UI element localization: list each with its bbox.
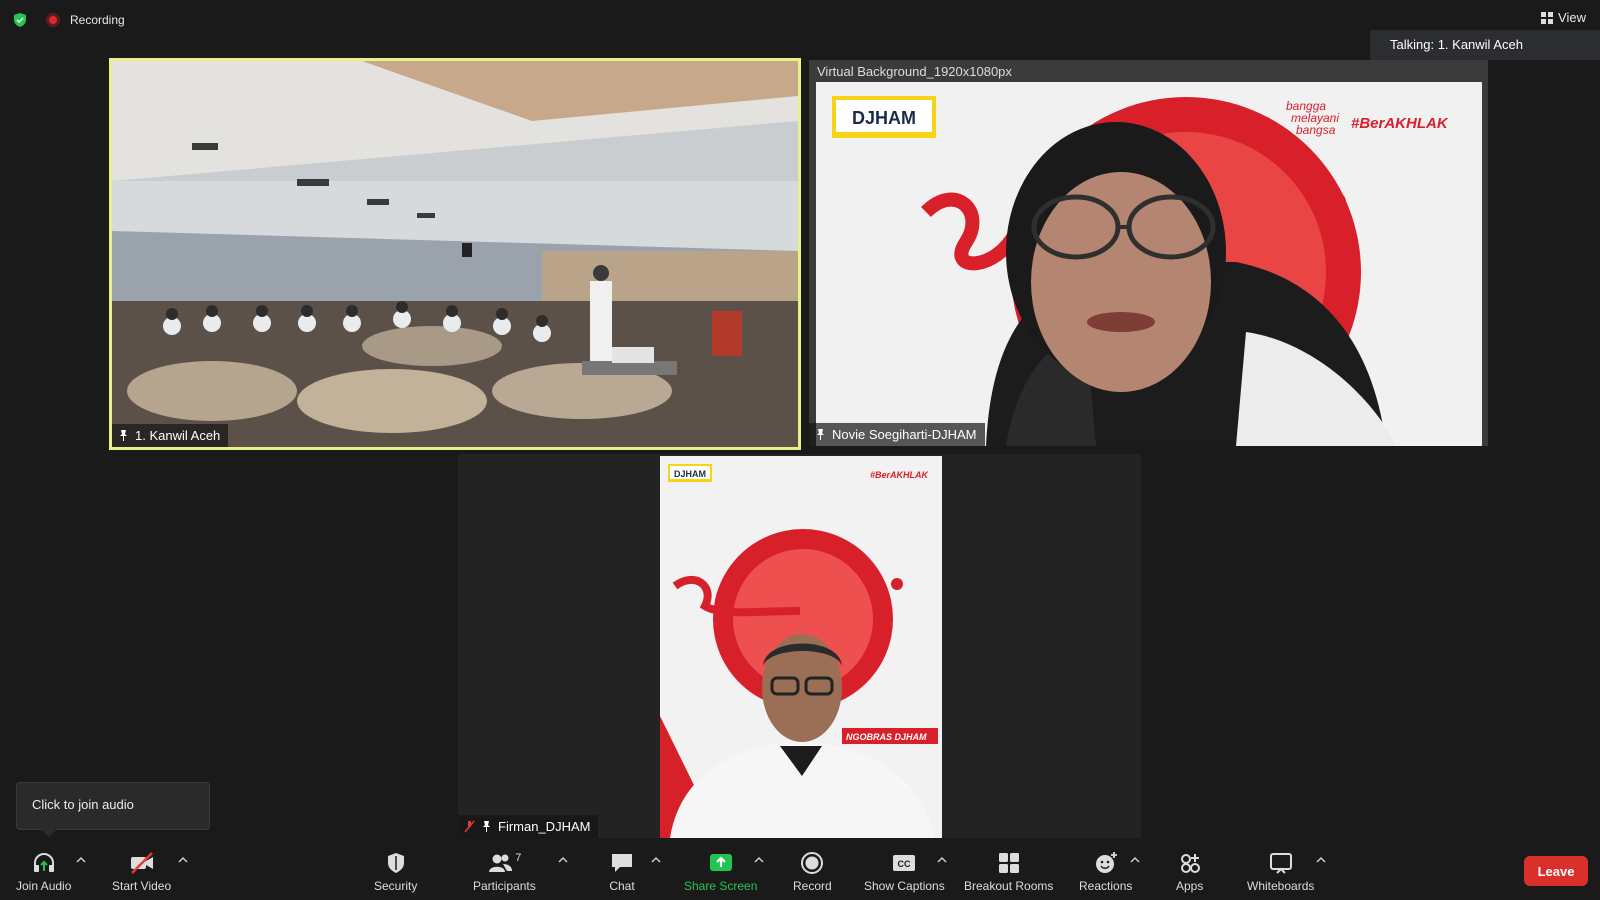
pin-icon: [483, 821, 490, 832]
participant-name: Novie Soegiharti-DJHAM: [832, 427, 977, 442]
show-captions-button[interactable]: CC Show Captions: [864, 850, 945, 893]
start-video-label: Start Video: [112, 879, 172, 893]
show-captions-label: Show Captions: [864, 879, 945, 893]
chevron-up-icon[interactable]: [558, 856, 568, 864]
security-shield-icon: [387, 853, 404, 873]
start-video-button[interactable]: Start Video: [112, 850, 171, 893]
headphone-icon: [33, 853, 54, 872]
whiteboards-label: Whiteboards: [1247, 879, 1315, 893]
tagline-line-3: bangsa: [1296, 123, 1336, 137]
whiteboard-icon: [1269, 853, 1292, 874]
apps-icon: [1180, 854, 1200, 873]
conference-room-video: [112, 61, 798, 447]
video-tile-firman[interactable]: DJHAM #BerAKHLAK NGOBRAS DJHAM Firman_DJ…: [458, 454, 1141, 838]
share-screen-button[interactable]: Share Screen: [684, 850, 757, 893]
recording-label: Recording: [70, 13, 125, 27]
participant-name: 1. Kanwil Aceh: [135, 428, 221, 443]
participant-name-tag: Novie Soegiharti-DJHAM: [809, 423, 985, 446]
reactions-label: Reactions: [1079, 879, 1133, 893]
muted-mic-icon: [464, 820, 475, 833]
chevron-up-icon[interactable]: [1130, 856, 1140, 864]
chevron-up-icon[interactable]: [76, 856, 86, 864]
closed-captions-icon: CC: [893, 855, 916, 871]
participants-count: 7: [515, 852, 522, 864]
share-screen-label: Share Screen: [684, 879, 758, 893]
participants-label: Participants: [473, 879, 536, 893]
security-button[interactable]: Security: [374, 850, 417, 893]
video-off-icon: [130, 852, 153, 874]
record-icon: [801, 852, 824, 874]
hashtag-text: #BerAKHLAK: [1351, 115, 1449, 132]
participant-name-tag: Firman_DJHAM: [458, 815, 599, 838]
whiteboards-button[interactable]: Whiteboards: [1247, 850, 1314, 893]
meeting-controls-toolbar: Join Audio Start Video Security 7 Partic…: [0, 844, 1600, 900]
share-screen-icon: [709, 854, 732, 871]
recording-indicator-icon: [46, 13, 60, 27]
video-tile-kanwil-aceh[interactable]: 1. Kanwil Aceh: [109, 58, 801, 450]
firman-video: DJHAM #BerAKHLAK NGOBRAS DJHAM: [660, 456, 942, 838]
participant-name-tag: 1. Kanwil Aceh: [112, 424, 229, 447]
leave-meeting-button[interactable]: Leave: [1524, 856, 1588, 886]
participants-button[interactable]: 7 Participants: [473, 850, 536, 893]
chat-bubble-icon: [612, 854, 632, 872]
pin-icon: [120, 430, 127, 441]
record-button[interactable]: Record: [793, 850, 832, 893]
novie-video: DJHAM bangga melayani bangsa #BerAKHLAK: [816, 82, 1482, 446]
record-label: Record: [793, 879, 832, 893]
join-audio-label: Join Audio: [16, 879, 72, 893]
security-label: Security: [374, 879, 418, 893]
reactions-button[interactable]: Reactions: [1079, 850, 1132, 893]
join-audio-tooltip: Click to join audio: [16, 782, 210, 837]
meeting-top-bar: Recording View: [0, 0, 1600, 40]
breakout-rooms-button[interactable]: Breakout Rooms: [964, 850, 1053, 893]
chevron-up-icon[interactable]: [754, 856, 764, 864]
breakout-rooms-label: Breakout Rooms: [964, 879, 1054, 893]
view-button[interactable]: View: [1541, 10, 1586, 25]
chat-button[interactable]: Chat: [609, 850, 635, 893]
apps-button[interactable]: Apps: [1176, 850, 1203, 893]
chat-label: Chat: [609, 879, 635, 893]
view-label: View: [1558, 10, 1586, 25]
chevron-up-icon[interactable]: [651, 856, 661, 864]
djham-logo-small: DJHAM: [674, 469, 706, 479]
smiley-plus-icon: [1095, 852, 1117, 873]
virtual-background-label: Virtual Background_1920x1080px: [817, 64, 1012, 79]
chevron-up-icon[interactable]: [178, 856, 188, 864]
djham-logo-text: DJHAM: [852, 108, 916, 128]
svg-text:CC: CC: [898, 859, 911, 869]
grid-view-icon: [1541, 11, 1554, 24]
encryption-shield-icon[interactable]: [12, 12, 28, 28]
hashtag-small: #BerAKHLAK: [870, 470, 930, 480]
talking-indicator: Talking: 1. Kanwil Aceh: [1370, 30, 1600, 60]
pin-icon: [817, 429, 824, 440]
apps-label: Apps: [1176, 879, 1204, 893]
participant-name: Firman_DJHAM: [498, 819, 591, 834]
breakout-rooms-icon: [998, 853, 1019, 873]
chevron-up-icon[interactable]: [1316, 856, 1326, 864]
ngobras-banner: NGOBRAS DJHAM: [846, 732, 927, 742]
participants-icon: [489, 854, 513, 872]
video-tile-novie[interactable]: Virtual Background_1920x1080px DJHAM ban…: [809, 60, 1488, 446]
chevron-up-icon[interactable]: [937, 856, 947, 864]
join-audio-button[interactable]: Join Audio: [16, 850, 71, 893]
